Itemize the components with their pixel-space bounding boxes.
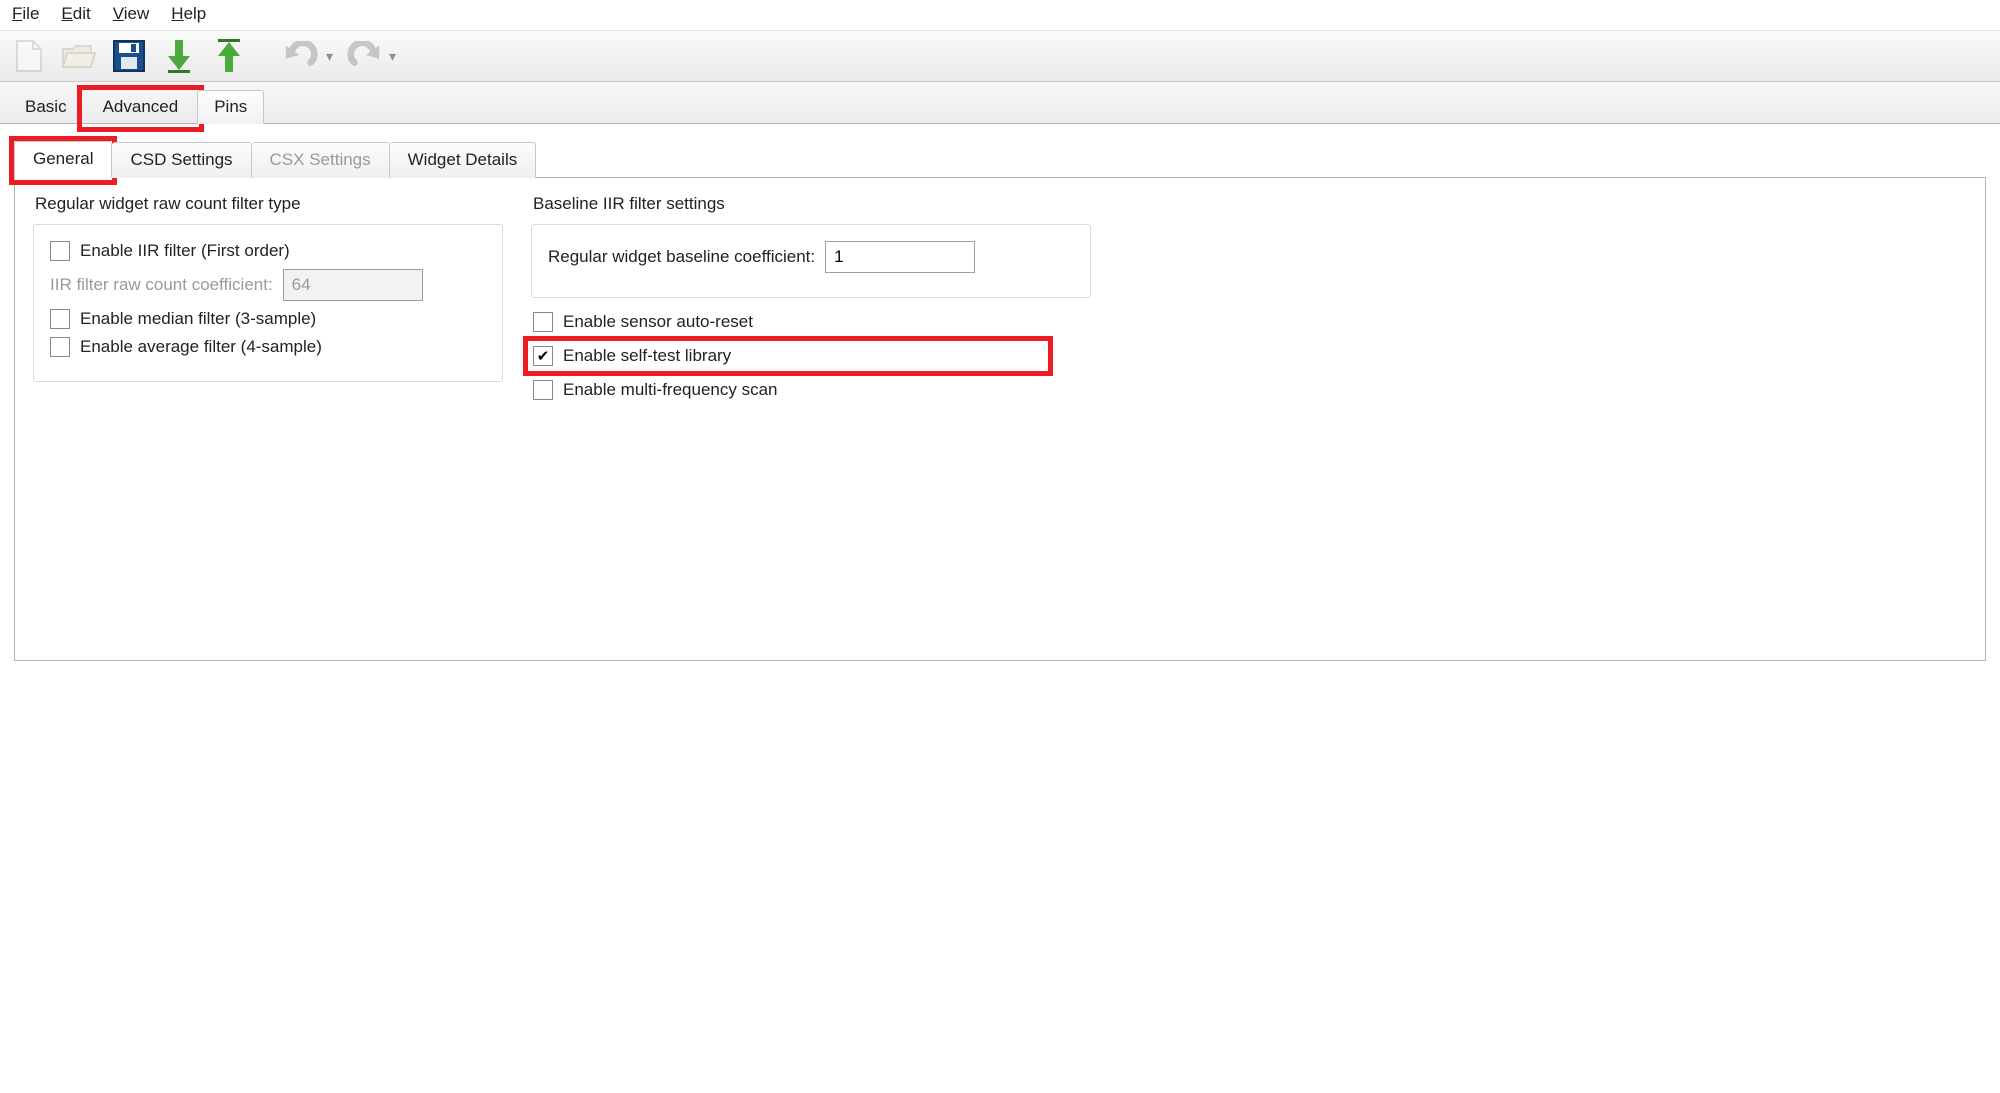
baseline-iir-group: Regular widget baseline coefficient:	[531, 224, 1091, 298]
baseline-coeff-label: Regular widget baseline coefficient:	[548, 247, 815, 267]
redo-icon	[345, 41, 383, 71]
inner-area: General CSD Settings CSX Settings Widget…	[0, 124, 2000, 679]
right-column: Baseline IIR filter settings Regular wid…	[531, 194, 1091, 400]
general-panel: Regular widget raw count filter type Ena…	[14, 178, 1986, 661]
self-test-checkbox[interactable]	[533, 346, 553, 366]
tab-basic[interactable]: Basic	[8, 90, 84, 124]
multi-freq-row: Enable multi-frequency scan	[533, 380, 1089, 400]
iir-coeff-label: IIR filter raw count coefficient:	[50, 275, 273, 295]
undo-button[interactable]	[282, 37, 320, 75]
itab-general[interactable]: General	[14, 141, 112, 178]
tab-pins[interactable]: Pins	[197, 90, 264, 124]
auto-reset-row: Enable sensor auto-reset	[533, 312, 1089, 332]
itab-csd-label: CSD Settings	[130, 150, 232, 169]
download-button[interactable]	[160, 37, 198, 75]
outer-tab-bar: Basic Advanced Pins	[0, 82, 2000, 124]
menu-file[interactable]: File	[12, 4, 39, 24]
save-button[interactable]	[110, 37, 148, 75]
itab-csx-label: CSX Settings	[270, 150, 371, 169]
upload-button[interactable]	[210, 37, 248, 75]
raw-count-filter-title: Regular widget raw count filter type	[35, 194, 503, 214]
baseline-iir-title: Baseline IIR filter settings	[533, 194, 1091, 214]
menu-view[interactable]: View	[113, 4, 150, 24]
tab-pins-label: Pins	[214, 97, 247, 116]
median-filter-checkbox[interactable]	[50, 309, 70, 329]
undo-dropdown-icon[interactable]: ▾	[326, 48, 333, 65]
menu-help[interactable]: Help	[171, 4, 206, 24]
save-icon	[112, 39, 146, 73]
multi-freq-label: Enable multi-frequency scan	[563, 380, 778, 400]
auto-reset-checkbox[interactable]	[533, 312, 553, 332]
undo-icon	[282, 41, 320, 71]
toolbar: ▾ ▾	[0, 31, 2000, 82]
iir-filter-label: Enable IIR filter (First order)	[80, 241, 290, 261]
iir-filter-checkbox[interactable]	[50, 241, 70, 261]
itab-csx: CSX Settings	[252, 142, 390, 178]
multi-freq-checkbox[interactable]	[533, 380, 553, 400]
left-column: Regular widget raw count filter type Ena…	[33, 194, 503, 400]
itab-widget-label: Widget Details	[408, 150, 518, 169]
self-test-row: Enable self-test library	[533, 346, 1089, 366]
tab-advanced[interactable]: Advanced	[86, 90, 196, 124]
download-icon	[164, 38, 194, 74]
open-folder-icon	[61, 41, 97, 71]
menu-bar: File Edit View Help	[0, 0, 2000, 31]
tab-advanced-label: Advanced	[103, 97, 179, 116]
average-filter-label: Enable average filter (4-sample)	[80, 337, 322, 357]
upload-icon	[214, 38, 244, 74]
tab-basic-label: Basic	[25, 97, 67, 116]
new-file-button[interactable]	[10, 37, 48, 75]
itab-widget[interactable]: Widget Details	[390, 142, 537, 178]
baseline-coeff-input[interactable]	[825, 241, 975, 273]
redo-dropdown-icon[interactable]: ▾	[389, 48, 396, 65]
average-filter-checkbox[interactable]	[50, 337, 70, 357]
iir-coeff-input	[283, 269, 423, 301]
inner-tab-bar: General CSD Settings CSX Settings Widget…	[14, 138, 1986, 178]
auto-reset-label: Enable sensor auto-reset	[563, 312, 753, 332]
menu-edit[interactable]: Edit	[61, 4, 90, 24]
redo-button[interactable]	[345, 37, 383, 75]
itab-general-label: General	[33, 149, 93, 168]
self-test-label: Enable self-test library	[563, 346, 731, 366]
raw-count-filter-group: Enable IIR filter (First order) IIR filt…	[33, 224, 503, 382]
open-button[interactable]	[60, 37, 98, 75]
itab-csd[interactable]: CSD Settings	[112, 142, 251, 178]
new-file-icon	[14, 39, 44, 73]
median-filter-label: Enable median filter (3-sample)	[80, 309, 316, 329]
